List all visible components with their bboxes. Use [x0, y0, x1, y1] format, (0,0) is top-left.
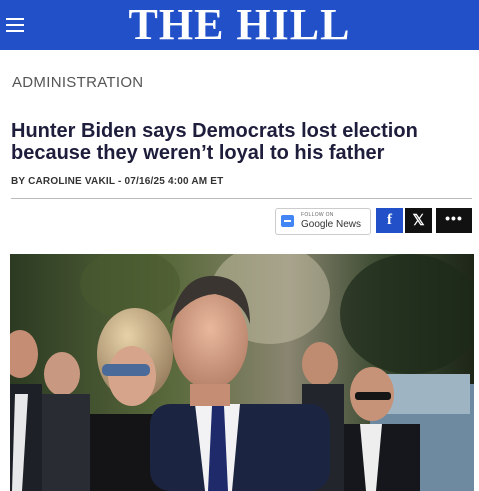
article-title: Hunter Biden says Democrats lost electio…: [11, 120, 418, 164]
site-logo[interactable]: THE HILL: [0, 2, 479, 48]
x-logo-icon: 𝕏: [412, 212, 425, 229]
google-news-label: Google News: [301, 219, 362, 230]
article-photo[interactable]: [10, 254, 474, 491]
google-news-icon: [281, 215, 294, 227]
x-share-button[interactable]: 𝕏: [405, 208, 432, 233]
follow-on-label: FOLLOW ON: [301, 212, 334, 218]
more-share-button[interactable]: •••: [436, 208, 472, 233]
facebook-share-button[interactable]: f: [376, 208, 403, 233]
divider: [11, 198, 472, 199]
more-icon: •••: [445, 210, 463, 226]
google-news-follow-button[interactable]: FOLLOW ON Google News: [275, 208, 371, 235]
article-byline: BY CAROLINE VAKIL - 07/16/25 4:00 AM ET: [11, 176, 224, 187]
facebook-icon: f: [387, 212, 392, 228]
site-header: THE HILL: [0, 0, 479, 50]
section-label[interactable]: ADMINISTRATION: [12, 74, 143, 91]
article-photo-image: [10, 254, 474, 491]
